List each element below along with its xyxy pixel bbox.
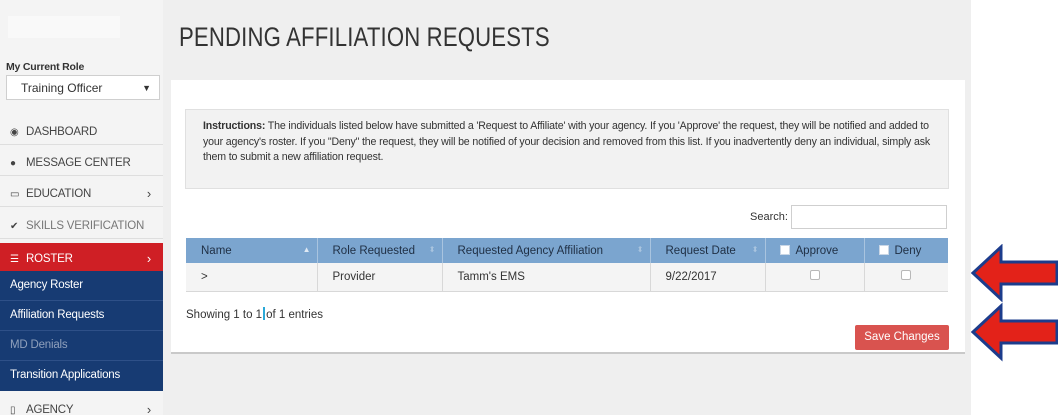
col-name-label: Name [201, 244, 232, 257]
dashboard-icon: ◉ [10, 127, 19, 138]
row-expander[interactable]: > [186, 263, 318, 292]
subnav-agency-roster[interactable]: Agency Roster [0, 271, 163, 301]
sort-icon: ⬍ [428, 245, 436, 254]
col-request-date[interactable]: Request Date ⬍ [650, 238, 766, 263]
monitor-icon: ▭ [10, 189, 20, 200]
sort-icon: ⬍ [751, 245, 759, 254]
role-select[interactable]: Training Officer ▼ [6, 75, 160, 100]
current-role-label: My Current Role [6, 61, 85, 73]
app-root: My Current Role Training Officer ▼ ◉ DASH… [0, 0, 1058, 415]
subnav-affiliation-requests[interactable]: Affiliation Requests [0, 301, 163, 331]
roster-submenu: Agency Roster Affiliation Requests MD De… [0, 271, 163, 391]
showing-suffix: of 1 entries [266, 309, 323, 321]
caret-down-icon: ▼ [142, 83, 151, 93]
nav-agency-label: AGENCY [26, 404, 74, 415]
col-name[interactable]: Name ▲ [186, 238, 318, 263]
approve-all-checkbox[interactable] [779, 244, 790, 255]
nav-education[interactable]: ▭ EDUCATION › [0, 176, 163, 207]
nav-message-center-label: MESSAGE CENTER [26, 157, 131, 169]
logo [8, 16, 120, 38]
nav-agency[interactable]: ▯ AGENCY › [0, 392, 163, 415]
col-agency-affiliation[interactable]: Requested Agency Affiliation ⬍ [442, 238, 651, 263]
sidebar: My Current Role Training Officer ▼ ◉ DASH… [0, 0, 163, 415]
showing-prefix: Showing 1 to 1 [186, 309, 263, 321]
list-icon: ☰ [10, 254, 19, 265]
sort-icon: ⬍ [636, 245, 644, 254]
role-select-value: Training Officer [21, 81, 103, 95]
deny-all-checkbox[interactable] [878, 244, 889, 255]
instructions-lead: Instructions: [203, 120, 266, 132]
deny-checkbox[interactable] [901, 270, 912, 281]
col-approve-label: Approve [795, 244, 839, 257]
table-info: Showing 1 to 1 of 1 entries [186, 307, 323, 321]
instructions-text: The individuals listed below have submit… [203, 120, 931, 163]
chevron-right-icon: › [146, 402, 151, 415]
check-icon: ✔ [10, 221, 19, 232]
building-icon: ▯ [10, 405, 16, 415]
nav-roster-label: ROSTER [26, 253, 73, 265]
nav-skills-verification-label: SKILLS VERIFICATION [26, 220, 145, 232]
subnav-md-denials[interactable]: MD Denials [0, 331, 163, 361]
approve-checkbox[interactable] [809, 270, 820, 281]
chat-icon: ● [10, 158, 16, 169]
row-role: Provider [317, 263, 443, 292]
col-role-requested[interactable]: Role Requested ⬍ [317, 238, 443, 263]
sort-asc-icon: ▲ [302, 245, 311, 254]
chevron-right-icon: › [146, 251, 151, 266]
expand-row-icon[interactable]: > [201, 271, 208, 283]
search-label: Search: [750, 211, 788, 223]
text-cursor [263, 307, 266, 320]
row-date: 9/22/2017 [650, 263, 766, 292]
nav-roster[interactable]: ☰ ROSTER › [0, 243, 163, 271]
nav-skills-verification[interactable]: ✔ SKILLS VERIFICATION [0, 208, 163, 239]
col-approve[interactable]: Approve [765, 238, 865, 263]
chevron-right-icon: › [146, 186, 151, 201]
row-agency: Tamm's EMS [442, 263, 651, 292]
arrow-left-icon [971, 303, 1058, 362]
nav-dashboard-label: DASHBOARD [26, 126, 98, 138]
nav-dashboard[interactable]: ◉ DASHBOARD [0, 114, 163, 145]
table-row: > Provider Tamm's EMS 9/22/2017 [186, 263, 948, 292]
arrow-left-icon [971, 244, 1058, 303]
col-deny[interactable]: Deny [864, 238, 948, 263]
instructions-box: Instructions: The individuals listed bel… [185, 109, 949, 189]
col-date-label: Request Date [665, 244, 736, 257]
nav-education-label: EDUCATION [26, 188, 92, 200]
col-agency-label: Requested Agency Affiliation [457, 244, 604, 257]
subnav-transition-applications[interactable]: Transition Applications [0, 361, 163, 391]
main-content: PENDING AFFILIATION REQUESTS Instruction… [163, 0, 971, 415]
requests-table: Name ▲ Role Requested ⬍ Requested Agency A… [186, 238, 948, 292]
row-deny-cell [864, 263, 948, 292]
table-header-row: Name ▲ Role Requested ⬍ Requested Agency A… [186, 238, 948, 263]
requests-panel: Instructions: The individuals listed bel… [171, 80, 965, 354]
search-input[interactable] [791, 205, 947, 229]
nav-message-center[interactable]: ● MESSAGE CENTER [0, 145, 163, 176]
page-title: PENDING AFFILIATION REQUESTS [179, 22, 550, 52]
save-changes-button[interactable]: Save Changes [855, 325, 949, 350]
row-approve-cell [765, 263, 865, 292]
col-deny-label: Deny [894, 244, 922, 257]
col-role-label: Role Requested [332, 244, 415, 257]
